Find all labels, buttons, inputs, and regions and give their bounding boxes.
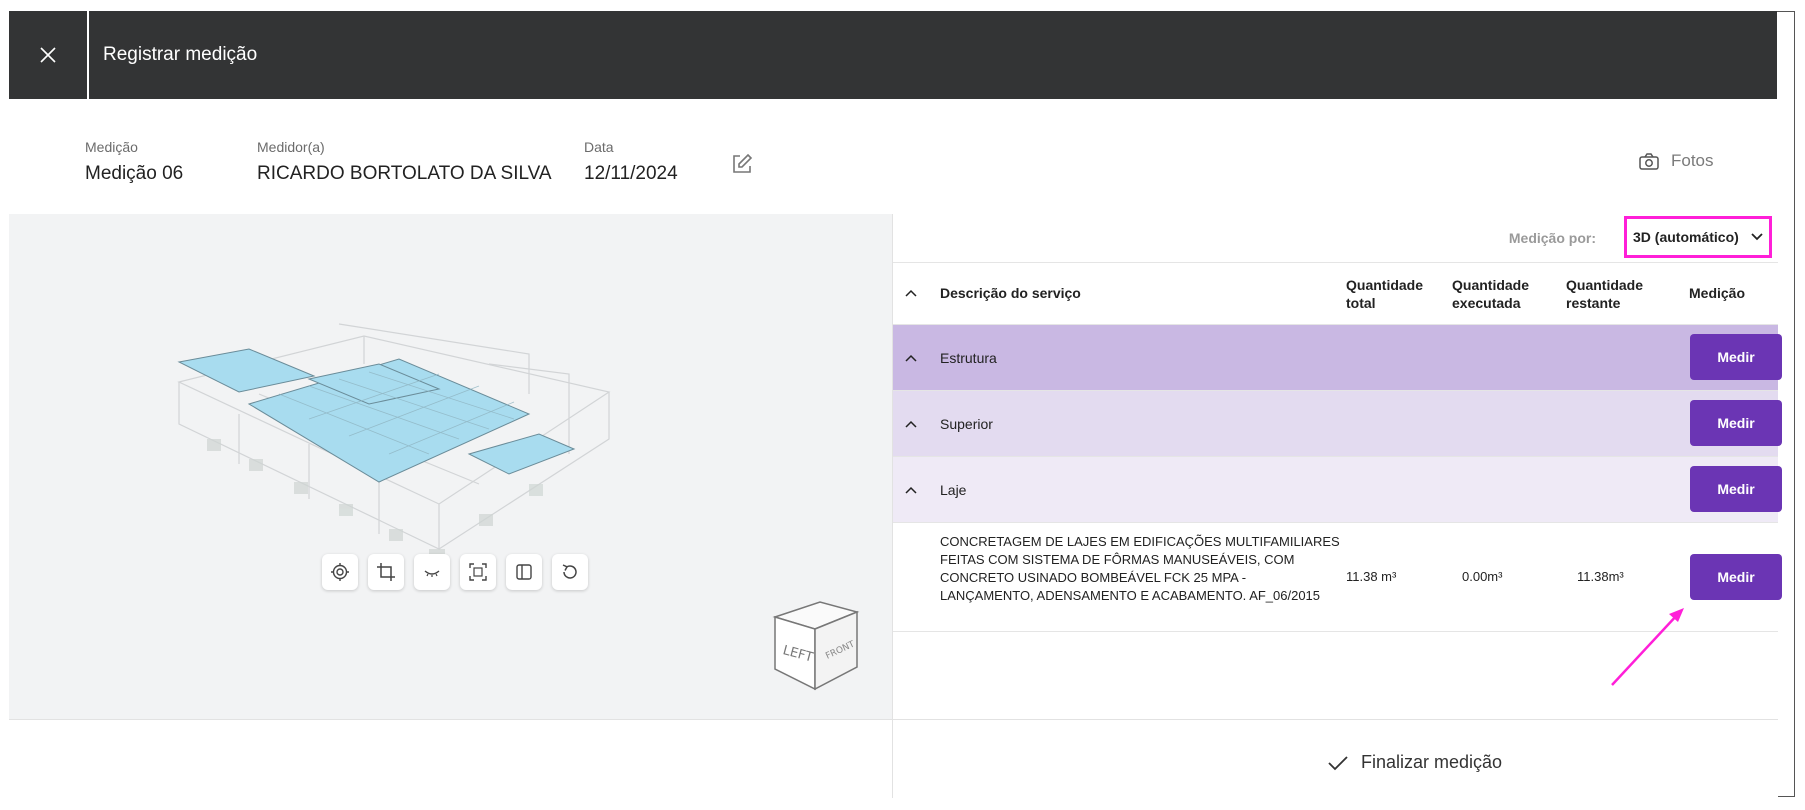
service-description: CONCRETAGEM DE LAJES EM EDIFICAÇÕES MULT… — [940, 534, 1340, 603]
header-qtd-restante: Quantidade restante — [1566, 277, 1644, 311]
collapse-all-chevron-icon[interactable] — [905, 289, 917, 297]
header-qtd-total: Quantidade total — [1346, 277, 1424, 311]
reset-icon — [562, 564, 577, 579]
medicao-field: Medição Medição 06 — [85, 139, 183, 185]
group-row-laje[interactable]: Laje Medir — [893, 457, 1782, 523]
medir-button[interactable]: Medir — [1690, 400, 1782, 446]
close-button[interactable] — [9, 11, 89, 99]
data-value: 12/11/2024 — [584, 163, 678, 184]
measurement-type-value: 3D (automático) — [1633, 229, 1739, 245]
medicao-value: Medição 06 — [85, 163, 184, 184]
measurement-type-label: Medição por: — [1508, 230, 1596, 246]
data-field: Data 12/11/2024 — [584, 139, 678, 185]
focus-tool-button[interactable] — [322, 554, 358, 590]
fotos-button[interactable]: Fotos — [1639, 151, 1714, 171]
chevron-up-icon[interactable] — [905, 354, 917, 362]
crop-tool-button[interactable] — [368, 554, 404, 590]
header-medicao: Medição — [1689, 285, 1746, 301]
group-name: Estrutura — [940, 350, 997, 366]
qtd-restante-value: 11.38m³ — [1577, 569, 1624, 584]
measurement-type-bar: Medição por: 3D (automático) — [893, 214, 1778, 263]
footer-left — [9, 719, 892, 798]
building-model[interactable] — [9, 214, 892, 719]
fit-tool-button[interactable] — [460, 554, 496, 590]
chevron-up-icon[interactable] — [905, 486, 917, 494]
qtd-total-value: 11.38 m³ — [1346, 569, 1397, 584]
edit-button[interactable] — [731, 153, 753, 180]
section-icon — [516, 564, 532, 580]
edit-icon — [733, 153, 753, 173]
group-name: Laje — [940, 482, 967, 498]
camera-icon — [1639, 152, 1659, 170]
footer-right: Finalizar medição — [892, 719, 1778, 798]
section-tool-button[interactable] — [506, 554, 542, 590]
viewer-toolbar — [322, 554, 588, 590]
finalize-label: Finalizar medição — [1361, 752, 1503, 772]
measurement-type-select[interactable]: 3D (automático) — [1624, 216, 1772, 258]
chevron-up-icon[interactable] — [905, 420, 917, 428]
data-label: Data — [584, 139, 614, 155]
group-row-superior[interactable]: Superior Medir — [893, 391, 1782, 457]
group-row-estrutura[interactable]: Estrutura Medir — [893, 325, 1782, 391]
view-cube[interactable]: LEFT FRONT — [765, 597, 865, 692]
chevron-down-icon — [1751, 233, 1763, 241]
3d-viewer[interactable]: LEFT FRONT — [9, 214, 892, 719]
medidor-value: RICARDO BORTOLATO DA SILVA — [257, 163, 552, 184]
crop-icon — [377, 563, 395, 581]
medir-button[interactable]: Medir — [1690, 554, 1782, 600]
header-descricao: Descrição do serviço — [940, 285, 1081, 301]
header-qtd-executada: Quantidade executada — [1452, 277, 1530, 311]
hide-icon — [424, 570, 440, 577]
close-icon — [40, 47, 56, 63]
fit-icon — [469, 563, 487, 581]
hide-tool-button[interactable] — [414, 554, 450, 590]
reset-tool-button[interactable] — [552, 554, 588, 590]
medir-button[interactable]: Medir — [1690, 466, 1782, 512]
fotos-label: Fotos — [1671, 151, 1714, 170]
top-bar: Registrar medição — [9, 11, 1777, 99]
qtd-executada-value: 0.00m³ — [1462, 569, 1503, 584]
medidor-field: Medidor(a) RICARDO BORTOLATO DA SILVA — [257, 139, 552, 185]
table-header: Descrição do serviço Quantidade total Qu… — [893, 262, 1778, 325]
annotation-arrow — [1611, 608, 1684, 686]
medicao-label: Medição — [85, 139, 138, 155]
group-name: Superior — [940, 416, 993, 432]
finalize-button[interactable]: Finalizar medição — [1327, 752, 1502, 773]
medir-button[interactable]: Medir — [1690, 334, 1782, 380]
medidor-label: Medidor(a) — [257, 139, 325, 155]
page-title: Registrar medição — [103, 44, 258, 65]
measurement-info: Medição Medição 06 Medidor(a) RICARDO BO… — [9, 99, 1777, 215]
check-icon — [1328, 755, 1348, 770]
focus-icon — [331, 563, 349, 581]
